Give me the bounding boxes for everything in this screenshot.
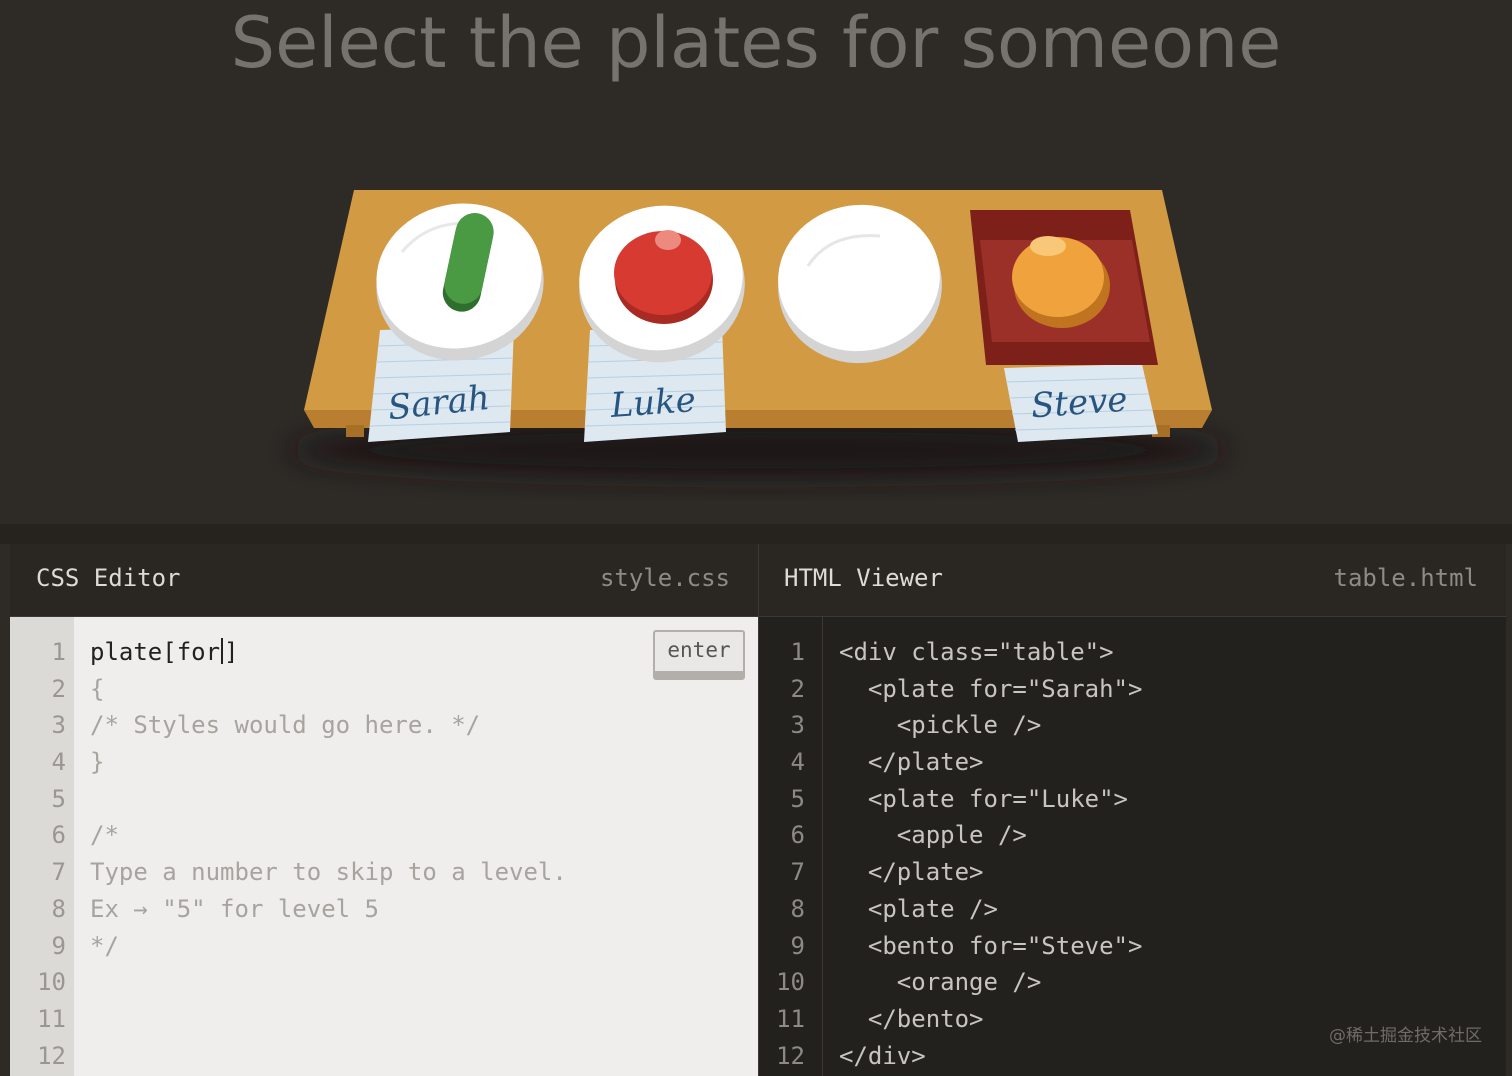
line-number: 10 [776, 968, 805, 997]
html-viewer-filename: table.html [1333, 564, 1479, 592]
line-number: 3 [790, 711, 805, 740]
css-editor-line-numbers: 1 2 3 4 5 6 7 8 9 10 11 12 [10, 634, 66, 1074]
html-line-bento-steve-open[interactable]: <bento for="Steve"> [839, 928, 1143, 965]
line-number: 12 [37, 1041, 66, 1070]
text-caret [221, 638, 224, 664]
code-line: } [90, 748, 105, 777]
css-input-text-after-caret: ] [224, 638, 239, 666]
html-line-apple[interactable]: <apple /> [839, 817, 1142, 854]
line-number: 6 [51, 821, 66, 850]
html-line-plate-close[interactable]: </plate> [839, 744, 1142, 781]
line-number: 10 [37, 968, 66, 997]
line-number: 11 [776, 1004, 805, 1033]
table-scene: Sarah Luke Steve [0, 120, 1512, 524]
watermark: @稀土掘金技术社区 [1329, 1026, 1482, 1046]
html-viewer-line-numbers: 1 2 3 4 5 6 7 8 9 10 11 12 [759, 634, 805, 1074]
line-number: 11 [37, 1004, 66, 1033]
css-selector-input[interactable]: plate[for] [90, 634, 567, 671]
css-editor-header: CSS Editor style.css [10, 544, 758, 617]
line-number: 9 [51, 931, 66, 960]
code-line: /* Styles would go here. */ [90, 711, 481, 740]
html-viewer-title: HTML Viewer [784, 564, 943, 592]
css-input-text-before-caret: plate[for [90, 638, 221, 666]
html-viewer-code: <div class="table"> <plate for="Sarah"> … [839, 634, 1142, 1074]
enter-button[interactable]: enter [653, 630, 745, 680]
bento-steve [970, 210, 1158, 365]
line-number: 5 [790, 784, 805, 813]
level-instruction: Select the plates for someone [230, 2, 1282, 84]
line-number: 1 [790, 638, 805, 666]
css-editor-body[interactable]: 1 2 3 4 5 6 7 8 9 10 11 12 plate[for] { … [10, 617, 758, 1076]
line-number: 5 [51, 784, 66, 813]
line-number: 1 [51, 638, 66, 666]
table-illustration: Sarah Luke Steve [288, 190, 1228, 478]
name-tag-luke-label: Luke [608, 380, 697, 426]
html-line-plate-sarah-open[interactable]: <plate for="Sarah"> [839, 671, 1143, 708]
css-editor-title: CSS Editor [36, 564, 181, 592]
html-viewer-pane: HTML Viewer table.html 1 2 3 4 5 6 7 8 9… [758, 544, 1506, 1076]
html-line-bento-close[interactable]: </bento> [839, 1001, 1142, 1038]
name-tag-steve-label: Steve [1030, 380, 1129, 427]
line-number: 4 [51, 748, 66, 777]
line-number: 4 [790, 748, 805, 777]
html-line-orange[interactable]: <orange /> [839, 964, 1142, 1001]
css-editor-code: plate[for] { /* Styles would go here. */… [90, 634, 567, 1074]
name-tag-steve: Steve [1004, 364, 1158, 442]
code-line: /* [90, 821, 119, 850]
line-number: 12 [776, 1041, 805, 1070]
code-line: { [90, 674, 105, 703]
line-number: 2 [790, 674, 805, 703]
line-number: 8 [51, 894, 66, 923]
code-line: Type a number to skip to a level. [90, 858, 567, 887]
code-line: */ [90, 931, 119, 960]
css-editor-pane: CSS Editor style.css 1 2 3 4 5 6 7 8 9 1… [10, 544, 758, 1076]
html-line-plate-luke-open[interactable]: <plate for="Luke"> [839, 781, 1142, 818]
html-viewer-header: HTML Viewer table.html [758, 544, 1506, 617]
line-number: 7 [790, 858, 805, 887]
css-editor-filename: style.css [599, 564, 730, 592]
html-line-pickle[interactable]: <pickle /> [839, 707, 1142, 744]
line-number: 3 [51, 711, 66, 740]
line-number: 2 [51, 674, 66, 703]
scene-editor-divider [0, 524, 1512, 544]
line-number: 8 [790, 894, 805, 923]
html-line-table-open[interactable]: <div class="table"> [839, 634, 1142, 671]
html-line-table-close[interactable]: </div> [839, 1038, 1142, 1075]
html-viewer-body: 1 2 3 4 5 6 7 8 9 10 11 12 <div class="t… [758, 617, 1506, 1076]
code-line: Ex → "5" for level 5 [90, 894, 379, 923]
line-number: 6 [790, 821, 805, 850]
apple [614, 230, 713, 324]
html-line-plate-empty[interactable]: <plate /> [839, 891, 1142, 928]
line-number: 9 [790, 931, 805, 960]
line-number: 7 [51, 858, 66, 887]
html-line-plate-close[interactable]: </plate> [839, 854, 1142, 891]
